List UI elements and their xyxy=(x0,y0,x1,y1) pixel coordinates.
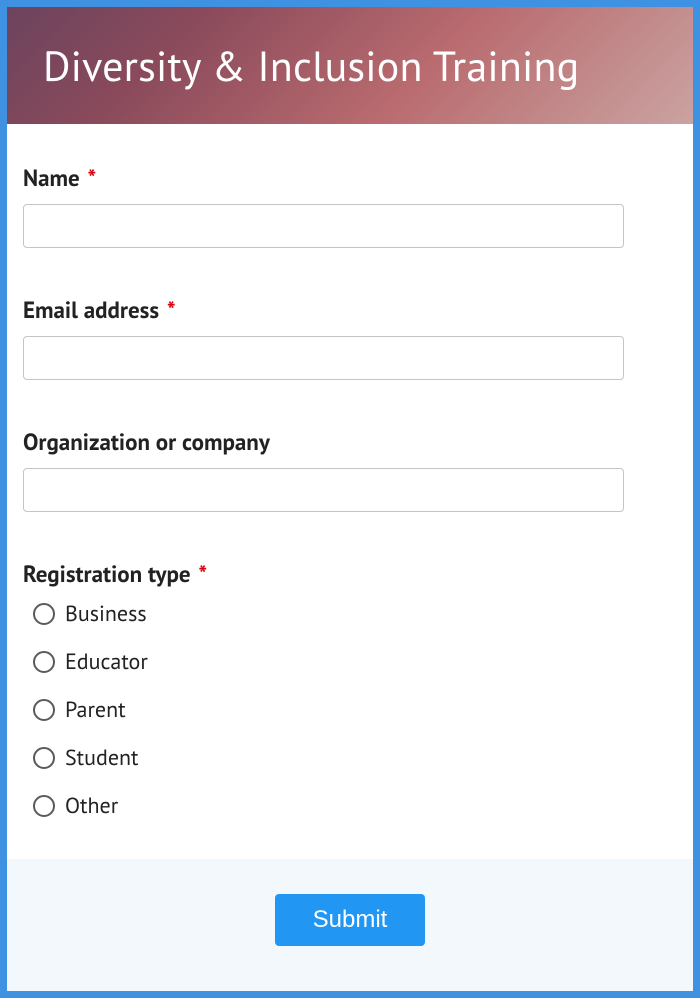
registration-type-options: Business Educator Parent Student Other xyxy=(23,600,677,820)
radio-icon xyxy=(33,699,55,721)
radio-label: Parent xyxy=(65,696,126,724)
radio-icon xyxy=(33,747,55,769)
organization-label: Organization or company xyxy=(23,428,677,458)
required-indicator: * xyxy=(198,560,207,589)
field-registration-type: Registration type * Business Educator Pa… xyxy=(23,560,677,820)
field-organization: Organization or company xyxy=(23,428,677,512)
field-email: Email address * xyxy=(23,296,677,380)
required-indicator: * xyxy=(167,296,176,325)
radio-label: Educator xyxy=(65,648,148,676)
required-indicator: * xyxy=(88,164,97,193)
name-label-text: Name xyxy=(23,164,80,193)
radio-icon xyxy=(33,651,55,673)
field-name: Name * xyxy=(23,164,677,248)
radio-label: Student xyxy=(65,744,139,772)
radio-label: Other xyxy=(65,792,118,820)
email-input[interactable] xyxy=(23,336,624,380)
page-title: Diversity & Inclusion Training xyxy=(43,38,579,93)
radio-label: Business xyxy=(65,600,147,628)
form-body: Name * Email address * Organization or c… xyxy=(7,124,693,859)
form-footer: Submit xyxy=(7,859,693,991)
form-page: Diversity & Inclusion Training Name * Em… xyxy=(7,7,693,991)
registration-type-label: Registration type * xyxy=(23,560,677,590)
email-label-text: Email address xyxy=(23,296,159,325)
name-label: Name * xyxy=(23,164,677,194)
radio-option-business[interactable]: Business xyxy=(33,600,677,628)
radio-option-other[interactable]: Other xyxy=(33,792,677,820)
radio-icon xyxy=(33,603,55,625)
radio-option-parent[interactable]: Parent xyxy=(33,696,677,724)
organization-label-text: Organization or company xyxy=(23,428,270,457)
organization-input[interactable] xyxy=(23,468,624,512)
email-label: Email address * xyxy=(23,296,677,326)
name-input[interactable] xyxy=(23,204,624,248)
registration-type-label-text: Registration type xyxy=(23,560,191,589)
form-header: Diversity & Inclusion Training xyxy=(7,7,693,124)
radio-option-student[interactable]: Student xyxy=(33,744,677,772)
radio-option-educator[interactable]: Educator xyxy=(33,648,677,676)
radio-icon xyxy=(33,795,55,817)
submit-button[interactable]: Submit xyxy=(275,894,426,946)
